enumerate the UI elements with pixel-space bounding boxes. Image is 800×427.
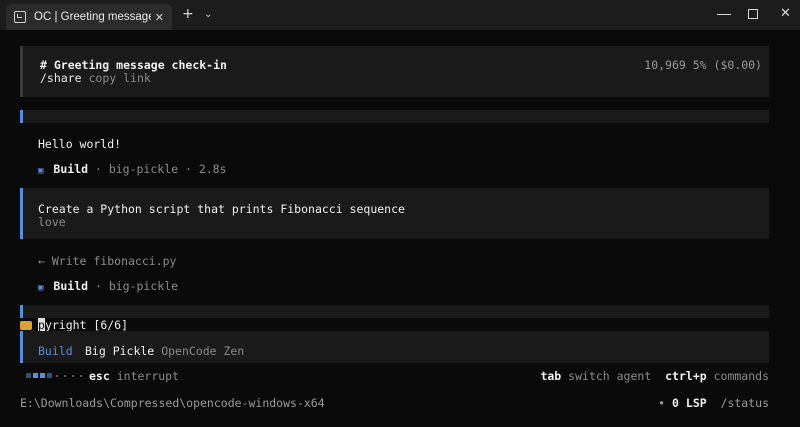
commands-key: ctrl+p — [665, 369, 707, 383]
agent-run-info: ▣ Build · big-pickle · 2.8s — [38, 162, 227, 176]
model-selector[interactable]: Big Pickle OpenCode Zen — [85, 344, 244, 358]
terminal-icon — [14, 11, 26, 23]
new-tab-icon[interactable]: + — [182, 6, 194, 22]
window-titlebar: OC | Greeting message check- ✕ + ⌄ ✕ — [0, 0, 800, 30]
interrupt-hint: esc interrupt — [89, 369, 179, 383]
prompt-text: Create a Python script that prints Fibon… — [38, 202, 405, 216]
maximize-icon[interactable] — [748, 9, 758, 19]
progress-indicator — [26, 373, 84, 378]
working-directory: E:\Downloads\Compressed\opencode-windows… — [20, 396, 325, 410]
tab-close-icon[interactable]: ✕ — [155, 11, 164, 24]
progress-dot — [72, 374, 74, 377]
lsp-indicator: • 0 LSP /status — [658, 396, 769, 410]
token-count: 10,969 — [644, 58, 686, 72]
chevron-down-icon[interactable]: ⌄ — [204, 9, 212, 20]
lsp-status-text: yright [6/6] — [44, 318, 129, 332]
model-provider: OpenCode Zen — [161, 344, 245, 358]
agent-meta: · big-pickle — [88, 279, 179, 293]
input-top-strip — [20, 305, 769, 318]
progress-block — [26, 373, 31, 378]
progress-dot — [56, 374, 58, 377]
share-command[interactable]: /share copy link — [40, 71, 151, 85]
current-agent[interactable]: Build — [38, 344, 73, 358]
square-icon: ▣ — [38, 283, 44, 293]
user-message-strip — [20, 110, 769, 123]
square-icon: ▣ — [38, 166, 44, 176]
session-title: # Greeting message check-in — [40, 58, 227, 72]
tool-call: ← Write fibonacci.py — [38, 254, 177, 268]
agent-name: Build — [53, 162, 89, 176]
progress-dot — [80, 374, 82, 377]
progress-block — [33, 373, 38, 378]
assistant-message: Hello world! — [38, 137, 122, 151]
share-cmd: /share — [40, 71, 82, 85]
shortcut-hints: tab switch agent ctrl+p commands — [540, 369, 769, 383]
tab-label: switch agent — [568, 369, 652, 383]
session-header: # Greeting message check-in /share copy … — [20, 46, 769, 97]
terminal-tab[interactable]: OC | Greeting message check- ✕ — [6, 4, 172, 30]
share-hint: copy link — [88, 71, 151, 85]
user-prompt: Create a Python script that prints Fibon… — [20, 188, 769, 239]
commands-label: commands — [713, 369, 769, 383]
prompt-subtext: love — [38, 215, 66, 229]
model-name: Big Pickle — [85, 344, 155, 358]
minimize-icon[interactable] — [717, 14, 731, 15]
text-cursor: p — [38, 318, 45, 332]
tab-title: OC | Greeting message check- — [34, 11, 151, 23]
esc-label: interrupt — [116, 369, 180, 383]
progress-block — [47, 373, 52, 378]
progress-dot — [64, 374, 66, 377]
usage-cost: 5% ($0.00) — [692, 58, 762, 72]
agent-name: Build — [53, 279, 89, 293]
agent-run-info: ▣ Build · big-pickle — [38, 279, 178, 293]
lsp-count: 0 LSP — [672, 396, 707, 410]
close-window-icon[interactable]: ✕ — [780, 6, 791, 21]
lsp-status-line: pyright [6/6] — [20, 318, 128, 332]
esc-key: esc — [89, 369, 110, 383]
status-command: /status — [720, 396, 769, 410]
token-usage: 10,969 5% ($0.00) — [644, 58, 762, 72]
progress-block — [40, 373, 45, 378]
truck-icon — [20, 321, 32, 330]
prompt-input[interactable]: Build Big Pickle OpenCode Zen — [20, 331, 769, 363]
agent-meta: · big-pickle · 2.8s — [88, 162, 227, 176]
tab-key: tab — [540, 369, 562, 383]
lsp-dot-icon: • — [658, 396, 666, 410]
